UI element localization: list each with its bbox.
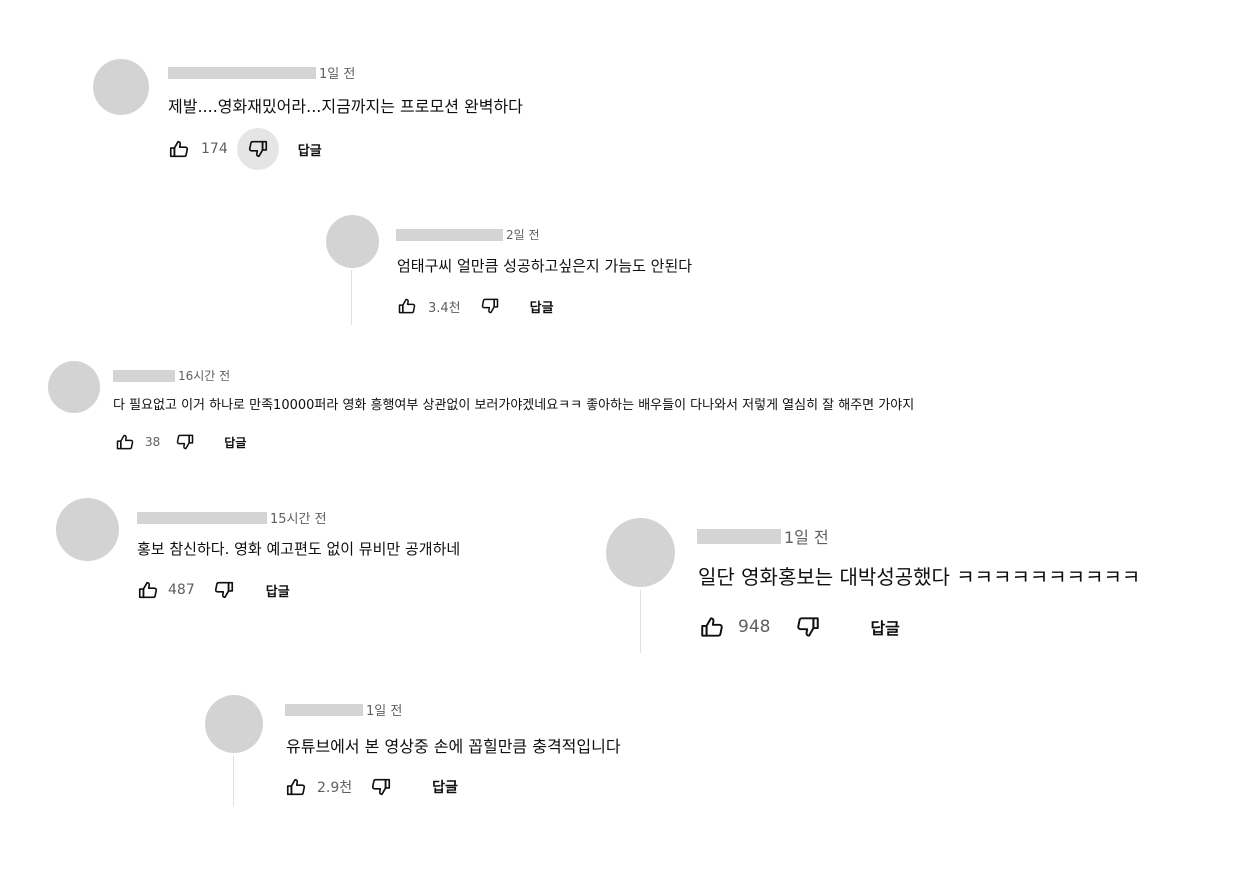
- like-button[interactable]: [114, 431, 136, 453]
- thumbs-down-icon: [214, 581, 233, 599]
- timestamp[interactable]: 1일 전: [784, 524, 829, 548]
- thumbs-up-icon: [398, 298, 416, 314]
- like-button[interactable]: [396, 295, 418, 317]
- reply-button[interactable]: 답글: [224, 434, 246, 451]
- thumbs-down-icon: [177, 434, 194, 450]
- like-count: 2.9천: [317, 780, 353, 796]
- thread-line: [233, 756, 234, 806]
- timestamp[interactable]: 15시간 전: [270, 508, 327, 527]
- comment-text: 유튜브에서 본 영상중 손에 꼽힐만큼 충격적입니다: [286, 737, 621, 756]
- comment-meta: 1일 전: [285, 700, 402, 719]
- thumbs-up-icon: [138, 581, 158, 599]
- comment-text: 홍보 참신하다. 영화 예고편도 없이 뮤비만 공개하네: [137, 540, 461, 558]
- thumbs-down-icon: [481, 298, 498, 314]
- avatar[interactable]: [93, 59, 149, 115]
- like-count: 3.4천: [428, 300, 461, 316]
- timestamp[interactable]: 1일 전: [319, 63, 355, 82]
- like-count: 948: [738, 617, 771, 637]
- timestamp[interactable]: 1일 전: [366, 700, 402, 719]
- avatar[interactable]: [205, 695, 263, 753]
- avatar[interactable]: [56, 498, 119, 561]
- redacted-username[interactable]: [137, 511, 267, 524]
- thumbs-up-icon: [286, 778, 306, 796]
- reply-button[interactable]: 답글: [870, 615, 899, 639]
- dislike-button[interactable]: [212, 578, 236, 602]
- comment-actions: 38 답글: [114, 431, 246, 453]
- dislike-button[interactable]: [794, 613, 822, 641]
- comment-meta: 1일 전: [697, 524, 829, 548]
- comment-meta: 2일 전: [396, 226, 540, 243]
- comment-actions: 487 답글: [136, 578, 290, 602]
- comment-meta: 15시간 전: [137, 508, 327, 527]
- comment-actions: 3.4천 답글: [396, 294, 554, 318]
- dislike-button[interactable]: [479, 295, 501, 317]
- like-button[interactable]: [698, 613, 726, 641]
- comment-meta: 1일 전: [168, 63, 355, 82]
- avatar[interactable]: [326, 215, 379, 268]
- thread-line: [351, 270, 352, 325]
- comment-actions: 174 답글: [166, 128, 322, 170]
- reply-button[interactable]: 답글: [530, 297, 554, 316]
- dislike-button[interactable]: [236, 128, 279, 170]
- thread-line: [640, 590, 641, 653]
- thumbs-down-icon: [797, 617, 820, 637]
- avatar[interactable]: [606, 518, 675, 587]
- comment-text: 제발....영화재밌어라...지금까지는 프로모션 완벽하다: [168, 97, 523, 116]
- redacted-username[interactable]: [113, 369, 175, 382]
- thumbs-up-icon: [116, 434, 134, 450]
- reply-button[interactable]: 답글: [266, 581, 290, 600]
- dislike-button[interactable]: [174, 431, 196, 453]
- like-count: 174: [201, 141, 228, 157]
- like-button[interactable]: [284, 775, 308, 799]
- like-button[interactable]: [136, 578, 160, 602]
- redacted-username[interactable]: [396, 228, 503, 241]
- comment-text: 다 필요없고 이거 하나로 만족10000퍼라 영화 흥행여부 상관없이 보러가…: [113, 398, 915, 413]
- comment-text: 일단 영화홍보는 대박성공했다 ㅋㅋㅋㅋㅋㅋㅋㅋㅋㅋ: [698, 565, 1141, 589]
- avatar[interactable]: [48, 361, 100, 413]
- comment-meta: 16시간 전: [113, 367, 230, 384]
- redacted-username[interactable]: [697, 528, 781, 544]
- comment-text: 엄태구씨 얼만큼 성공하고싶은지 가늠도 안된다: [397, 257, 693, 275]
- thumbs-down-icon: [372, 778, 391, 796]
- thumbs-down-icon: [248, 140, 267, 158]
- dislike-button[interactable]: [369, 775, 393, 799]
- like-count: 487: [168, 582, 195, 598]
- like-button[interactable]: [166, 136, 192, 162]
- redacted-username[interactable]: [285, 703, 363, 716]
- comment-actions: 948 답글: [698, 612, 900, 642]
- reply-button[interactable]: 답글: [298, 140, 322, 159]
- reply-button[interactable]: 답글: [432, 777, 458, 797]
- thumbs-up-icon: [701, 617, 723, 637]
- timestamp[interactable]: 16시간 전: [178, 367, 230, 384]
- timestamp[interactable]: 2일 전: [506, 226, 540, 243]
- thumbs-up-icon: [169, 140, 189, 158]
- like-count: 38: [145, 435, 161, 449]
- comment-actions: 2.9천 답글: [284, 775, 458, 799]
- redacted-username[interactable]: [168, 66, 316, 79]
